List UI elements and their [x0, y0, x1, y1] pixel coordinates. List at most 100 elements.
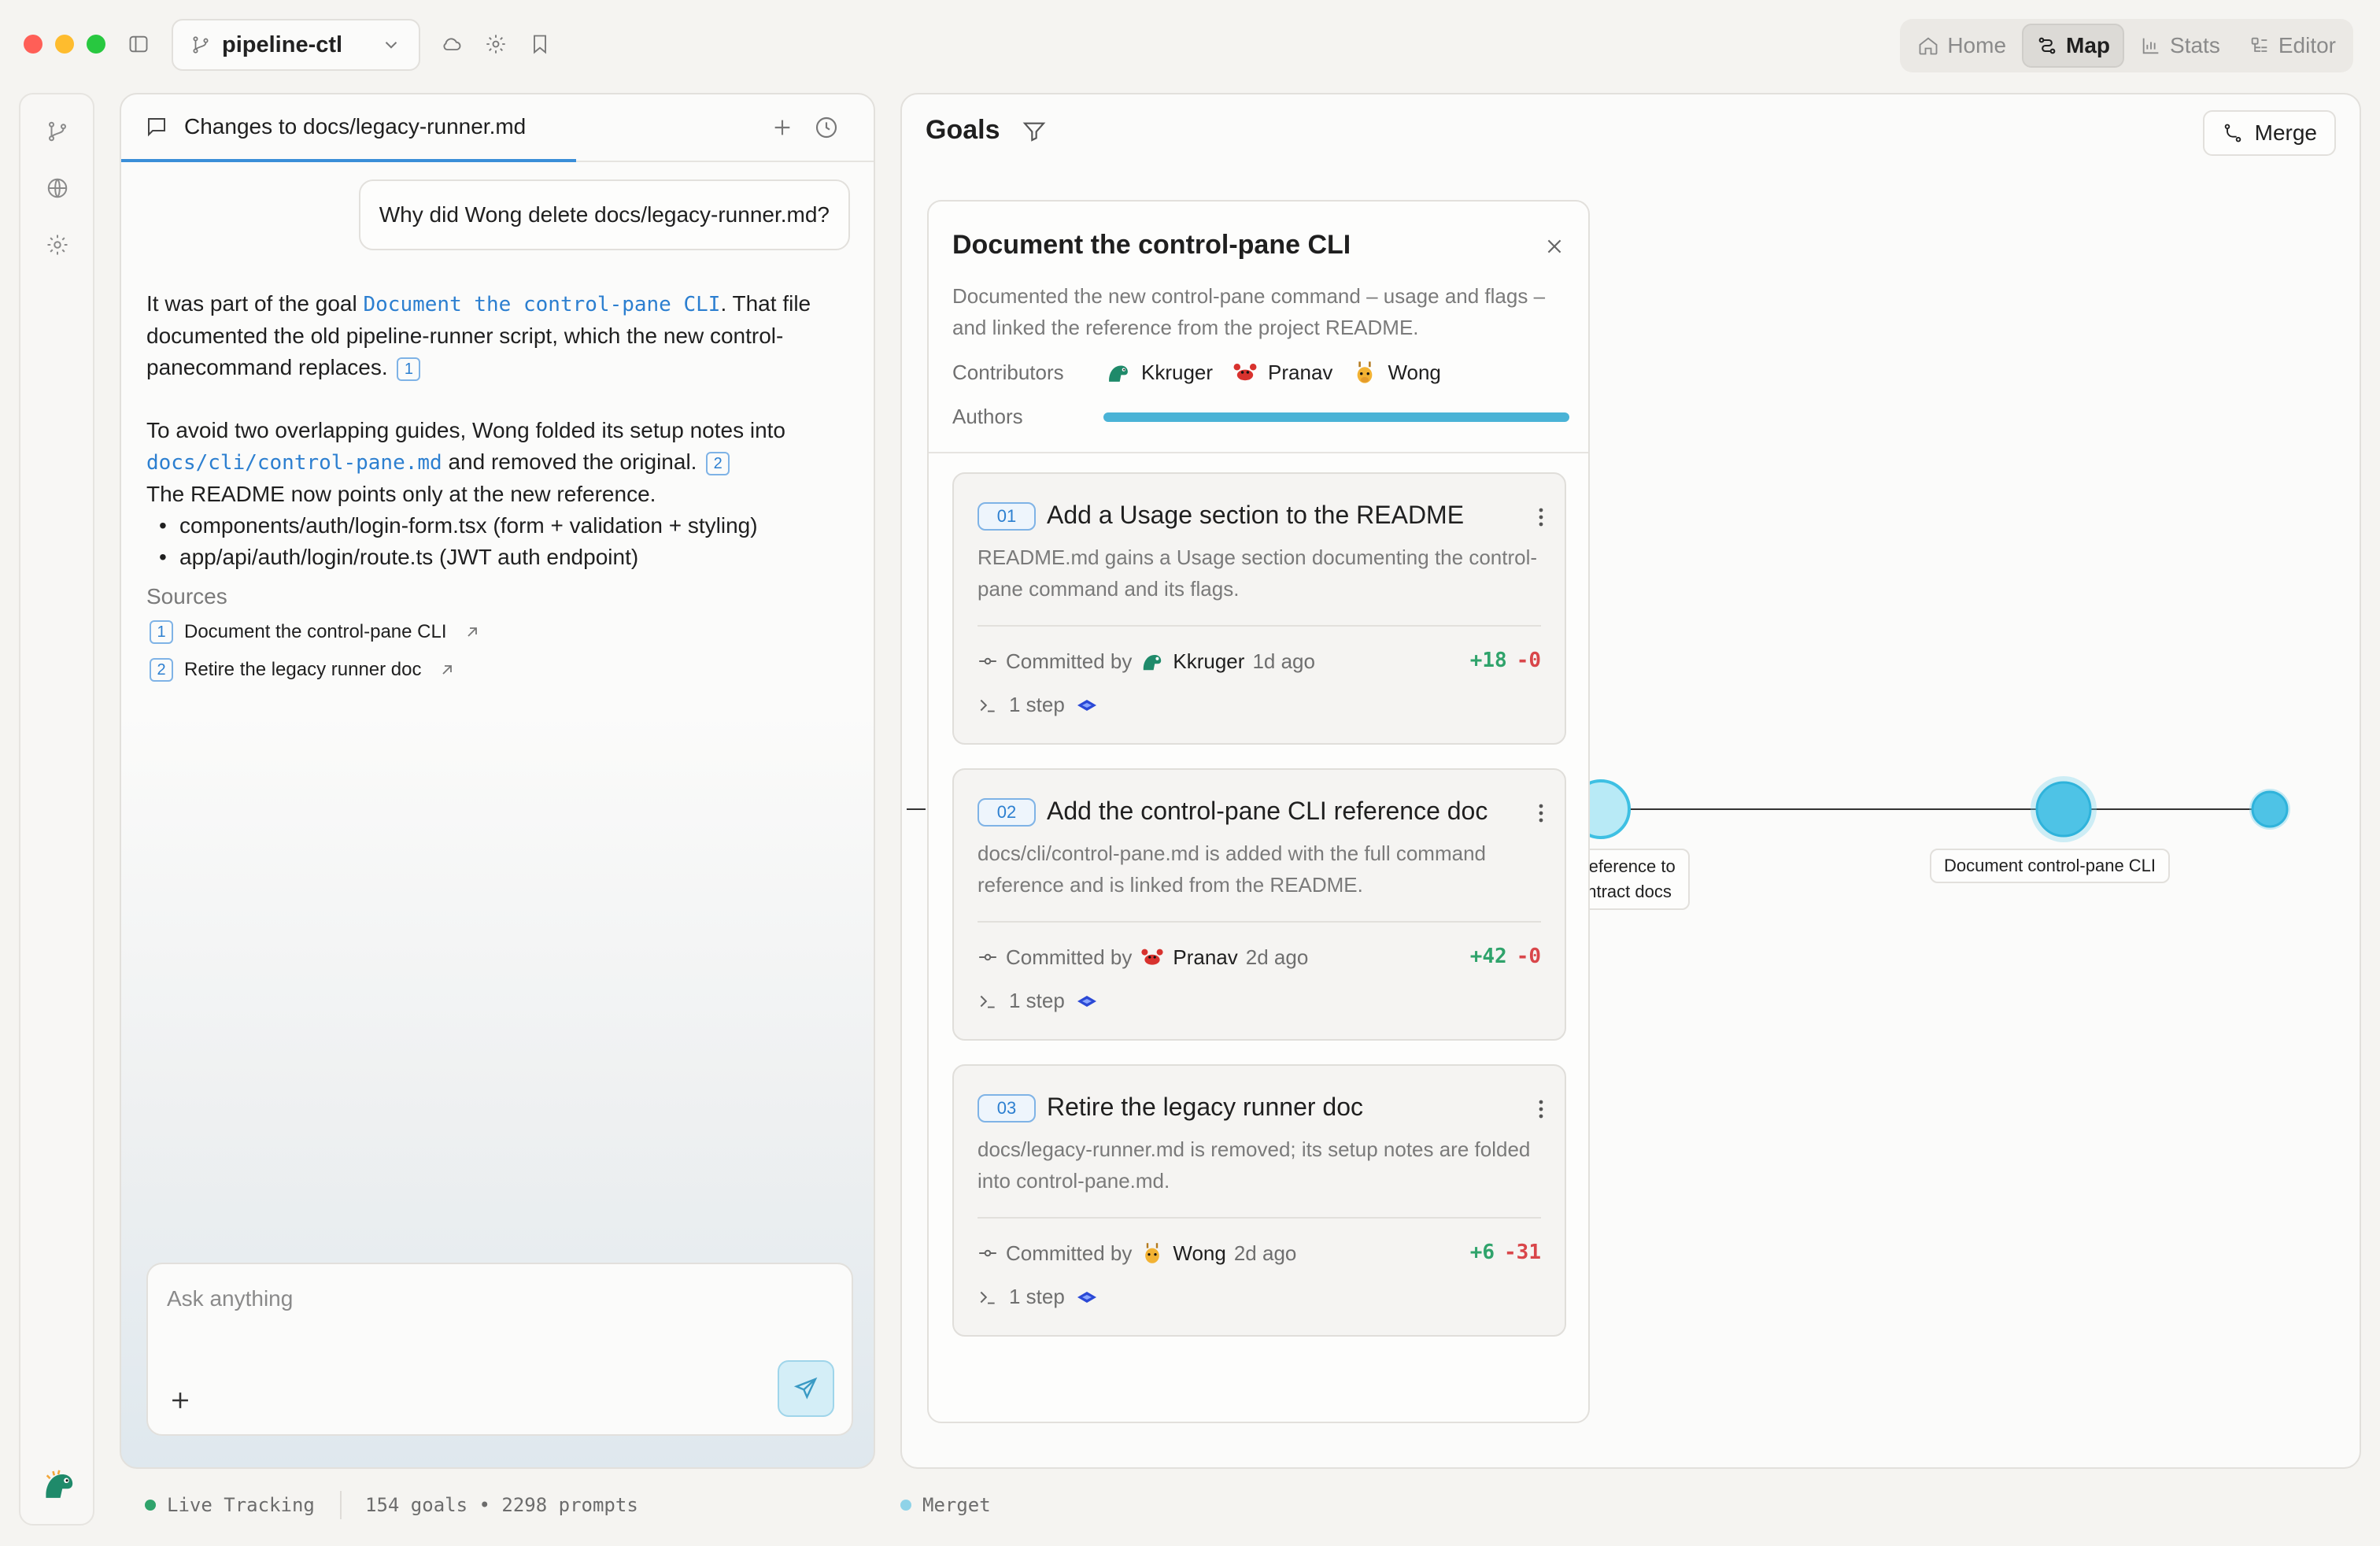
tab-home-label: Home [1947, 33, 2007, 57]
chat-tab-active[interactable]: Changes to docs/legacy-runner.md [121, 94, 576, 162]
more-options-icon[interactable] [1538, 803, 1544, 823]
repo-selector[interactable]: pipeline-ctl [172, 19, 420, 71]
minimize-window-button[interactable] [55, 35, 74, 54]
goals-header: Goals [926, 115, 1047, 146]
chat-composer[interactable]: Ask anything [146, 1263, 853, 1436]
goal-step-card[interactable]: 03 Retire the legacy runner doc docs/leg… [952, 1064, 1566, 1337]
tab-home[interactable]: Home [1905, 24, 2019, 68]
window-controls [24, 35, 105, 54]
send-button[interactable] [778, 1360, 834, 1417]
contributor[interactable]: Kkruger [1105, 359, 1213, 386]
tab-stats[interactable]: Stats [2127, 24, 2233, 68]
tab-stats-label: Stats [2170, 33, 2220, 57]
gear-icon[interactable] [483, 31, 508, 57]
new-chat-icon[interactable] [770, 115, 796, 142]
terminal-icon [980, 995, 995, 1008]
settings-icon[interactable] [44, 231, 71, 258]
source-label: Retire the legacy runner doc [184, 659, 422, 680]
branch-icon[interactable] [44, 118, 71, 145]
answer-text: It was part of the goal [146, 291, 364, 316]
step-count-label: 1 step [1009, 1285, 1065, 1308]
composer-input[interactable]: Ask anything [167, 1286, 293, 1311]
commit-icon [979, 953, 996, 961]
citation-badge[interactable]: 1 [397, 357, 421, 381]
list-item: app/api/auth/login/route.ts (JWT auth en… [146, 542, 839, 573]
commit-info: Committed by Pranav 2d ago [978, 945, 1308, 970]
sidebar-toggle-icon[interactable] [126, 31, 151, 57]
external-link-icon [442, 665, 452, 675]
globe-icon[interactable] [44, 175, 71, 202]
user-message: Why did Wong delete docs/legacy-runner.m… [358, 179, 850, 250]
more-options-icon[interactable] [1538, 1099, 1544, 1119]
dino-icon [1144, 655, 1162, 671]
commit-time: 2d ago [1233, 1241, 1297, 1265]
attach-plus-icon[interactable] [167, 1387, 194, 1414]
live-label: Live Tracking [167, 1494, 315, 1516]
source-item[interactable]: 1 Document the control-pane CLI [146, 620, 482, 644]
maximize-window-button[interactable] [87, 35, 105, 54]
step-divider [978, 921, 1541, 923]
contributor[interactable]: Pranav [1232, 359, 1332, 386]
graph-node [2251, 790, 2289, 828]
tab-map[interactable]: Map [2022, 24, 2125, 68]
giraffe-icon [1145, 1243, 1160, 1263]
tab-editor[interactable]: Editor [2236, 24, 2349, 68]
step-count[interactable]: 1 step [978, 989, 1098, 1013]
giraffe-icon [1358, 361, 1373, 383]
graph-node [2035, 781, 2092, 838]
home-icon [1919, 37, 1938, 55]
step-count[interactable]: 1 step [978, 693, 1098, 717]
chat-panel: Changes to docs/legacy-runner.md Why did… [120, 93, 875, 1469]
counts-label: 154 goals • 2298 prompts [365, 1494, 638, 1516]
graph-node-label[interactable]: Document control-pane CLI [1930, 849, 2171, 883]
more-options-icon[interactable] [1538, 507, 1544, 527]
user-avatar[interactable] [38, 1464, 79, 1505]
answer-list: components/auth/login-form.tsx (form + v… [146, 510, 839, 573]
goal-step-card[interactable]: 02 Add the control-pane CLI reference do… [952, 768, 1566, 1041]
cloud-icon[interactable] [439, 31, 464, 57]
source-label: Document the control-pane CLI [184, 621, 447, 642]
dino-icon [1109, 365, 1128, 382]
citation-badge[interactable]: 2 [706, 451, 730, 475]
graph-label-line: -reference to [1577, 856, 1676, 876]
source-item[interactable]: 2 Retire the legacy runner doc [146, 658, 456, 682]
close-icon[interactable] [1544, 236, 1565, 257]
step-count-label: 1 step [1009, 989, 1065, 1012]
goal-description: Documented the new control-pane command … [952, 284, 1546, 339]
close-window-button[interactable] [24, 35, 42, 54]
tab-map-label: Map [2066, 33, 2111, 57]
live-tracking-status: Live Tracking [145, 1494, 315, 1516]
editor-icon [2251, 37, 2267, 52]
contributor-name: Wong [1388, 360, 1441, 384]
crab-icon [1233, 363, 1257, 381]
repo-name: pipeline-ctl [222, 31, 343, 57]
step-number: 02 [978, 798, 1036, 827]
filter-icon[interactable] [1022, 118, 1047, 143]
committed-by-label: Committed by [1006, 945, 1133, 969]
step-title: Add a Usage section to the README [1047, 501, 1465, 529]
contributor[interactable]: Wong [1351, 359, 1441, 386]
step-description: README.md gains a Usage section document… [978, 546, 1538, 601]
contributor-name: Pranav [1268, 360, 1333, 384]
goals-panel: -reference to ontract docs Document cont… [900, 93, 2361, 1469]
goal-step-card[interactable]: 01 Add a Usage section to the README REA… [952, 472, 1566, 745]
view-switcher: Home Map Stats Editor [1900, 19, 2353, 72]
commit-author[interactable]: Pranav [1173, 945, 1237, 970]
merge-button[interactable]: Merge [2202, 110, 2336, 156]
commit-time: 1d ago [1252, 649, 1315, 673]
commit-author[interactable]: Wong [1173, 1241, 1225, 1266]
diff-stats: +18 -0 [1470, 649, 1541, 672]
commit-author[interactable]: Kkruger [1173, 649, 1244, 674]
bookmark-icon[interactable] [527, 31, 552, 57]
goal-title: Document the control-pane CLI [952, 230, 1351, 260]
history-icon[interactable] [814, 115, 841, 142]
assistant-answer: It was part of the goal Document the con… [146, 288, 839, 573]
step-count[interactable]: 1 step [978, 1285, 1098, 1309]
merge-label: Merge [2254, 120, 2317, 145]
merge-icon [2224, 124, 2241, 142]
source-number: 2 [150, 658, 173, 682]
branch-icon [193, 36, 209, 54]
goal-link[interactable]: Document the control-pane CLI [364, 293, 721, 316]
file-link[interactable]: docs/cli/control-pane.md [146, 451, 442, 475]
send-icon [793, 1377, 818, 1400]
